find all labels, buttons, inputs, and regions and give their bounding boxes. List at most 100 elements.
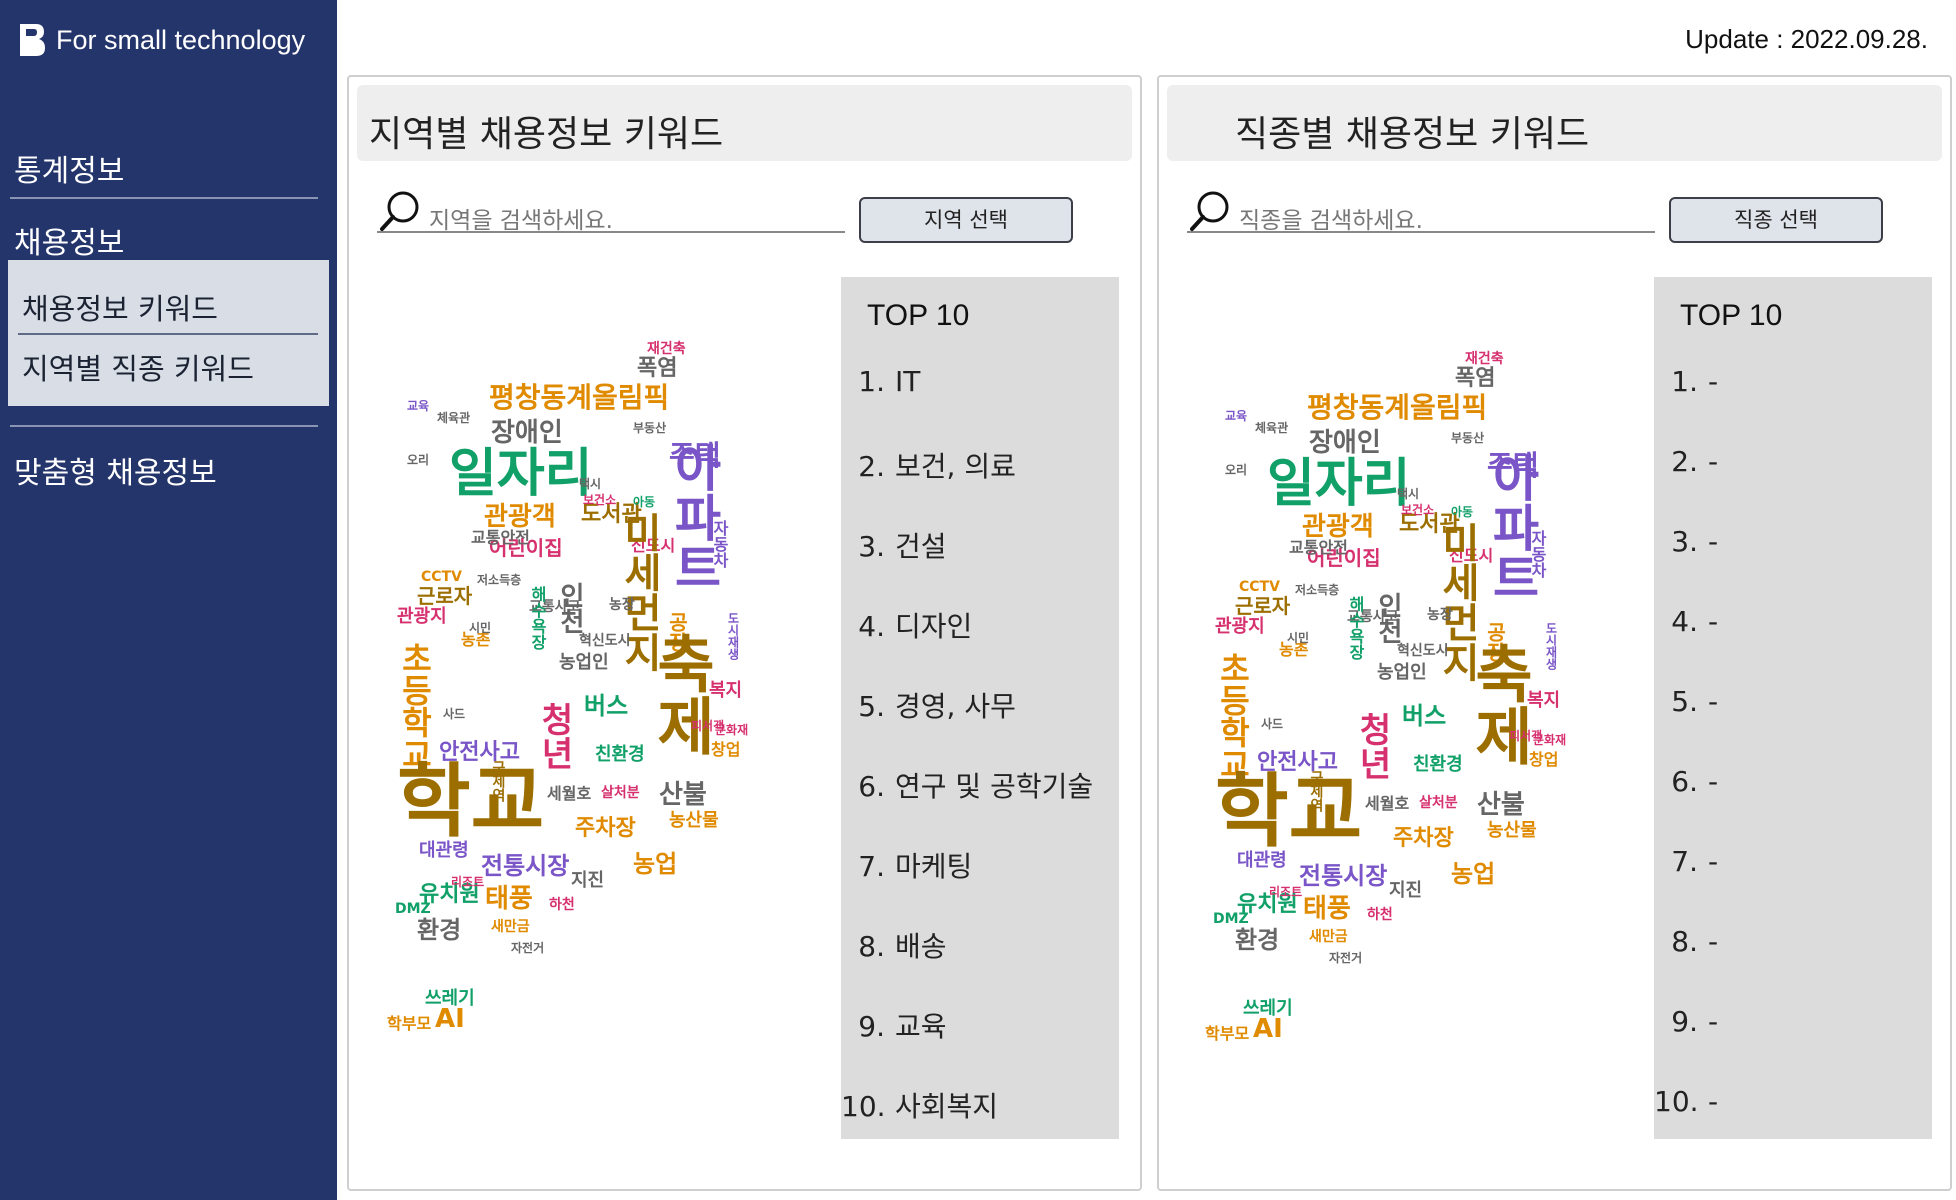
top10-item[interactable]: 2. -: [1654, 445, 1718, 478]
wordcloud-word: 농산물: [1487, 820, 1537, 841]
occupation-search-input[interactable]: 직종을 검색하세요.: [1187, 189, 1655, 234]
rank-number: 1.: [1671, 365, 1698, 398]
wordcloud-word: 농업: [633, 850, 678, 878]
wordcloud-word: 친환경: [595, 744, 645, 765]
wordcloud-word: 체육관: [437, 411, 471, 425]
wordcloud-word: 창업: [711, 740, 741, 759]
wordcloud-word: 교육: [407, 399, 430, 413]
top10-item[interactable]: 9. -: [1654, 1005, 1718, 1038]
rank-label: IT: [895, 365, 921, 398]
nav-region-job-keywords[interactable]: 지역별 직종 키워드: [22, 346, 254, 388]
wordcloud-word: 저소득층: [477, 573, 522, 587]
top10-item[interactable]: 5. -: [1654, 685, 1718, 718]
wordcloud-word: 아동: [633, 495, 656, 509]
top10-item[interactable]: 4. -: [1654, 605, 1718, 638]
nav-custom-jobs[interactable]: 맞춤형 채용정보: [14, 448, 217, 492]
rank-number: 1.: [858, 365, 885, 398]
nav-job-keywords[interactable]: 채용정보 키워드: [22, 286, 218, 328]
top10-item[interactable]: 2. 보건, 의료: [841, 445, 1016, 485]
top10-item[interactable]: 6. 연구 및 공학기술: [841, 765, 1093, 805]
wordcloud-word: 평창동계올림픽: [489, 381, 670, 414]
wordcloud-word: 창업: [1529, 750, 1559, 769]
wordcloud-word: 도시재생: [1544, 622, 1558, 670]
rank-number: 8.: [1671, 925, 1698, 958]
rank-number: 5.: [858, 690, 885, 723]
wordcloud-word: 복지: [709, 680, 743, 701]
region-keyword-panel: 지역별 채용정보 키워드 지역을 검색하세요. 지역 선택 재건축 폭염 평창동…: [347, 75, 1142, 1191]
wordcloud-word: 시민: [1287, 631, 1310, 645]
keyword-wordcloud: 재건축 폭염 평창동계올림픽 장애인 일자리 관광객 도서관 주택 어린이집 신…: [1197, 352, 1597, 1042]
rank-label: 디자인: [895, 610, 973, 643]
top10-item[interactable]: 4. 디자인: [841, 605, 972, 645]
occupation-select-button[interactable]: 직종 선택: [1669, 197, 1883, 243]
top10-item[interactable]: 8. -: [1654, 925, 1718, 958]
wordcloud-word: 하천: [1367, 907, 1393, 923]
wordcloud-word: 지진: [1389, 880, 1423, 901]
wordcloud-word: 평창동계올림픽: [1307, 391, 1488, 424]
top10-item[interactable]: 7. 마케팅: [841, 845, 972, 885]
wordcloud-word: 주차장: [575, 816, 636, 841]
wordcloud-word: 도시재생: [726, 612, 740, 660]
wordcloud-word: 전통시장: [1299, 862, 1388, 890]
wordcloud-word: 환경: [1235, 926, 1280, 954]
top10-item[interactable]: 10. 사회복지: [841, 1085, 998, 1125]
top10-item[interactable]: 9. 교육: [841, 1005, 946, 1045]
region-select-button[interactable]: 지역 선택: [859, 197, 1073, 243]
rank-label: 마케팅: [895, 850, 973, 883]
wordcloud-word: 환경: [417, 916, 462, 944]
brand-logo[interactable]: For small technology: [18, 22, 305, 58]
wordcloud-word: 리조트: [451, 875, 485, 889]
rank-label: 사회복지: [895, 1090, 999, 1123]
rank-label: 경영, 사무: [895, 690, 1016, 723]
wordcloud-word: 친환경: [1413, 754, 1463, 775]
wordcloud-word: CCTV: [421, 569, 462, 585]
top10-item[interactable]: 3. -: [1654, 525, 1718, 558]
rank-number: 10.: [841, 1090, 886, 1123]
rank-label: -: [1708, 365, 1719, 398]
wordcloud-word: 관광객: [1302, 512, 1374, 542]
wordcloud-word: 지진: [571, 870, 605, 891]
wordcloud-word: 구제역: [1308, 770, 1324, 812]
wordcloud-word: 산불: [1477, 790, 1525, 820]
top10-item[interactable]: 1. IT: [841, 365, 920, 398]
panel-header: 지역별 채용정보 키워드: [357, 85, 1132, 161]
wordcloud-word: 아파트: [1483, 452, 1541, 602]
wordcloud-word: 자동차: [710, 520, 729, 568]
top10-item[interactable]: 8. 배송: [841, 925, 946, 965]
top10-item[interactable]: 6. -: [1654, 765, 1718, 798]
nav-stats[interactable]: 통계정보: [14, 146, 124, 190]
nav-divider: [10, 425, 318, 427]
rank-number: 3.: [858, 530, 885, 563]
wordcloud-word: 폭염: [1455, 366, 1496, 391]
wordcloud-word: 자전거: [1329, 951, 1363, 965]
wordcloud-word: 보건소: [583, 493, 617, 507]
rank-number: 6.: [1671, 765, 1698, 798]
top10-item[interactable]: 3. 건설: [841, 525, 946, 565]
top10-item[interactable]: 10. -: [1654, 1085, 1718, 1118]
wordcloud-word: 살처분: [601, 785, 640, 801]
wordcloud-word: 혁신도시: [579, 633, 631, 649]
rank-number: 6.: [858, 770, 885, 803]
wordcloud-word: 산불: [659, 780, 707, 810]
wordcloud-word: 시민: [469, 621, 492, 635]
wordcloud-word: 사드: [443, 707, 466, 721]
wordcloud-word: 교통안전: [1289, 538, 1348, 557]
wordcloud-word: 재건축: [647, 341, 686, 357]
top10-item[interactable]: 5. 경영, 사무: [841, 685, 1016, 725]
rank-label: -: [1708, 605, 1719, 638]
wordcloud-word: 구제역: [490, 760, 506, 802]
wordcloud-word: 대관령: [419, 840, 469, 861]
rank-label: 보건, 의료: [895, 450, 1016, 483]
top10-item[interactable]: 7. -: [1654, 845, 1718, 878]
wordcloud-word: 버스: [1402, 702, 1447, 730]
rank-number: 4.: [1671, 605, 1698, 638]
region-search-input[interactable]: 지역을 검색하세요.: [377, 189, 845, 234]
wordcloud-word: 장애인: [491, 418, 563, 448]
wordcloud-word: 일자리: [449, 444, 593, 504]
wordcloud-word: AI: [1253, 1014, 1283, 1044]
top10-item[interactable]: 1. -: [1654, 365, 1718, 398]
nav-jobs[interactable]: 채용정보: [14, 218, 124, 262]
wordcloud-word: 장애인: [1309, 428, 1381, 458]
wordcloud-word: AI: [435, 1004, 465, 1034]
wordcloud-word: 아동: [1451, 505, 1474, 519]
